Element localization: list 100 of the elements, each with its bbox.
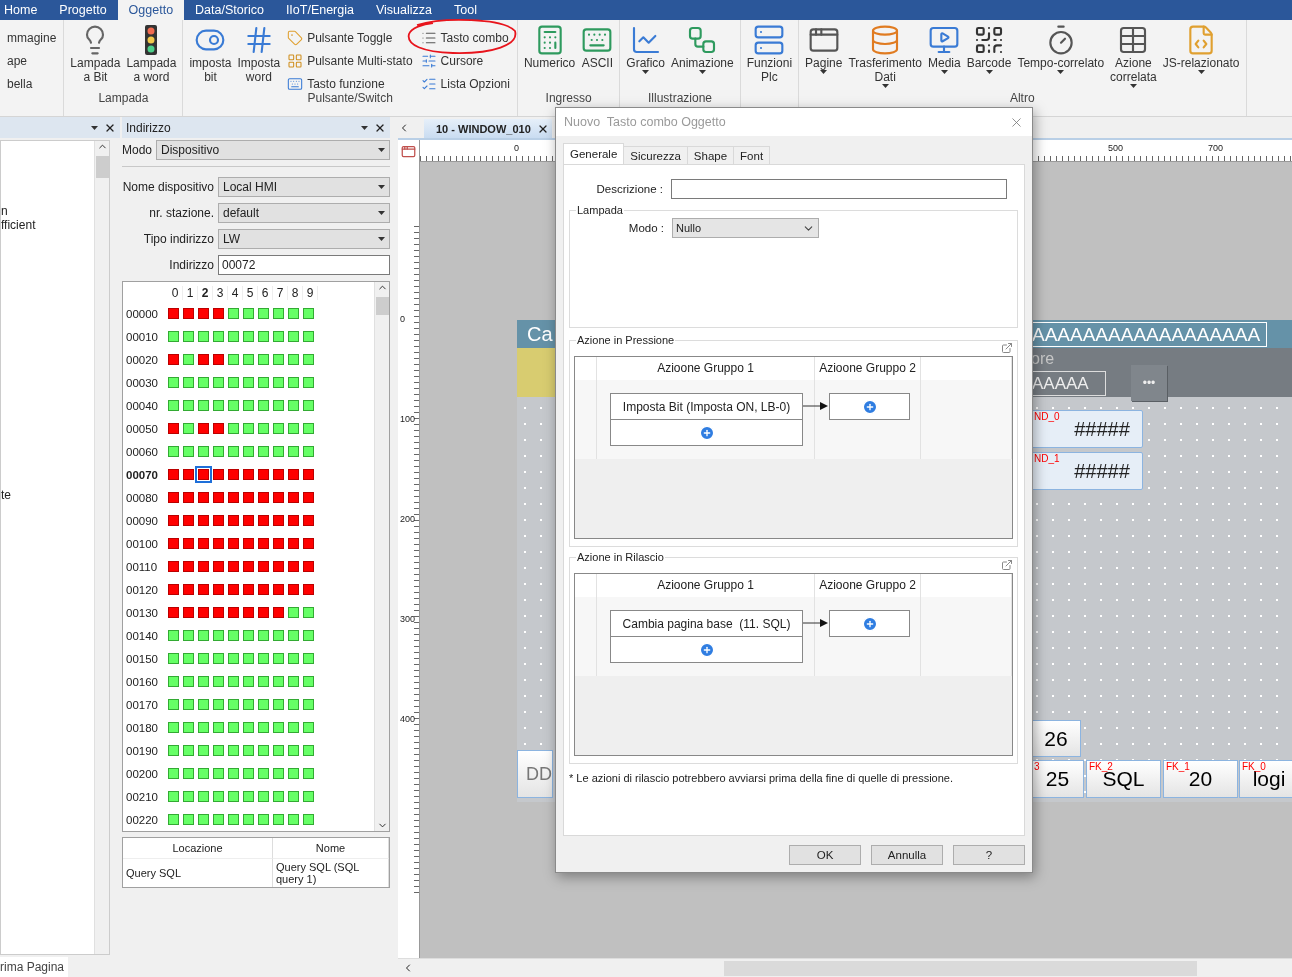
ruler-label: 500 — [1108, 143, 1124, 153]
dropdown-field[interactable]: default — [218, 203, 390, 223]
row-address: 00020 — [126, 353, 159, 366]
mode-select[interactable]: Nullo — [672, 218, 819, 238]
ribbon-button[interactable]: Tasto combo — [420, 27, 510, 48]
column-header: 9 — [303, 285, 318, 300]
ribbon-button[interactable]: Lista Opzioni — [420, 73, 510, 94]
pane-tab[interactable]: rima Pagina — [0, 957, 69, 977]
menu-tab[interactable]: Home — [0, 0, 49, 20]
ribbon-button[interactable]: Trasferimento Dati — [846, 23, 924, 89]
dialog-tab[interactable]: Font — [733, 146, 771, 164]
field-label: Nome dispositivo — [122, 180, 214, 194]
ribbon-button[interactable]: Azione correlata — [1108, 23, 1159, 89]
row-address: 00070 — [126, 468, 159, 481]
field-label: Modo : — [627, 222, 664, 234]
column-header: Locazione — [123, 838, 273, 858]
ribbon-button[interactable]: Imposta word — [235, 23, 283, 85]
ribbon-button[interactable]: Numerico — [521, 23, 578, 71]
row-address: 00160 — [126, 675, 159, 688]
column-header: 2 — [198, 285, 213, 300]
ribbon-button[interactable]: Funzioni Plc — [744, 23, 795, 85]
ribbon-button[interactable]: Pulsante Toggle — [287, 27, 413, 48]
field-label: Descrizione : — [595, 183, 663, 195]
action-item[interactable]: Cambia pagina base (11. SQL) — [610, 610, 803, 637]
display-value: ##### — [1074, 459, 1130, 483]
ribbon-button[interactable]: JS-relazionato — [1160, 23, 1242, 75]
group-title: Azione in Pressione — [576, 334, 676, 346]
ribbon-button[interactable]: ASCII — [579, 23, 616, 71]
menu-tab[interactable]: Oggetto — [117, 0, 185, 20]
group-label: Altro — [1009, 91, 1035, 105]
ribbon-button[interactable]: Lampada a Bit — [68, 23, 123, 85]
dialog-button[interactable]: ? — [953, 845, 1025, 865]
key-button[interactable]: 3 25 — [1031, 760, 1084, 798]
ribbon-button[interactable]: Animazione — [669, 23, 736, 75]
column-header: 1 — [183, 285, 198, 300]
group-label: Illustrazione — [647, 91, 712, 105]
ribbon-button[interactable]: Pulsante Multi-stato — [287, 50, 413, 71]
row-address: 00220 — [126, 813, 159, 826]
group-label: Ingresso — [545, 91, 592, 105]
key-button[interactable]: 26 — [1031, 720, 1081, 757]
ribbon-button[interactable]: Media — [926, 23, 963, 75]
dialog-title: Nuovo Tasto combo Oggetto — [564, 115, 727, 129]
column-header: 8 — [288, 285, 303, 300]
ribbon-button[interactable]: Tempo-correlato — [1015, 23, 1107, 75]
key-button[interactable]: DD — [517, 750, 553, 798]
document-tab[interactable]: 10 - WINDOW_010 — [424, 119, 552, 138]
ribbon-button[interactable]: Barcode — [964, 23, 1014, 75]
dialog-tab[interactable]: Generale — [563, 143, 625, 164]
list-item[interactable]: fficient — [1, 218, 36, 232]
ribbon-button[interactable]: mmagine — [7, 27, 57, 48]
ruler-label: 700 — [1208, 143, 1224, 153]
column-header: 4 — [228, 285, 243, 300]
ribbon-button[interactable]: imposta bit — [187, 23, 234, 85]
list-item[interactable]: n — [1, 204, 8, 218]
object-tag: FK_2 — [1089, 762, 1113, 772]
ribbon-button[interactable]: bella — [7, 73, 57, 94]
menu-tab[interactable]: Progetto — [48, 0, 118, 20]
dropdown-field[interactable]: LW — [218, 229, 390, 249]
action-item[interactable]: Imposta Bit (Imposta ON, LB-0) — [610, 393, 803, 420]
dropdown-field[interactable]: Local HMI — [218, 177, 390, 197]
dialog-button[interactable]: OK — [789, 845, 861, 865]
row-address: 00200 — [126, 767, 159, 780]
ruler-label: 400 — [400, 714, 416, 724]
field-label: Modo — [122, 143, 153, 157]
group-label: Lampada — [98, 91, 149, 105]
ruler-label: 200 — [400, 514, 416, 524]
ribbon-button[interactable]: Pagine — [803, 23, 845, 75]
key-button[interactable]: FK_2SQL — [1086, 760, 1161, 798]
ruler-label: 0 — [400, 314, 405, 324]
mode-select[interactable]: Dispositivo — [156, 140, 390, 160]
column-header: 5 — [243, 285, 258, 300]
row-address: 00210 — [126, 790, 159, 803]
menu-tab[interactable]: IIoT/Energia — [274, 0, 365, 20]
menu-tab[interactable]: Data/Storico — [184, 0, 275, 20]
row-address: 00100 — [126, 537, 159, 550]
row-address: 00120 — [126, 583, 159, 596]
row-address: 00010 — [126, 330, 159, 343]
title-field: AAAAAAAAAAAAAAAAAA — [1031, 322, 1267, 347]
key-button[interactable]: FK_0 logi — [1239, 760, 1292, 798]
ribbon-button[interactable]: Lampada a word — [124, 23, 179, 85]
row-address: 00030 — [126, 376, 159, 389]
ruler-label: 0 — [514, 143, 519, 153]
screen-title: Ca — [526, 321, 553, 347]
menu-tab[interactable]: Tool — [443, 0, 488, 20]
object-tag: ND_1 — [1034, 454, 1060, 464]
ribbon-button[interactable]: Grafico — [624, 23, 667, 75]
ribbon-button[interactable]: Tasto funzione — [287, 73, 413, 94]
object-tag: FK_0 — [1242, 762, 1266, 772]
row-address: 00110 — [126, 560, 159, 573]
dialog-button[interactable]: Annulla — [871, 845, 943, 865]
input-field[interactable]: 00072 — [218, 255, 390, 275]
row-address: 00090 — [126, 514, 159, 527]
list-item[interactable]: te — [1, 488, 11, 502]
column-header: Nome — [273, 838, 389, 858]
ribbon-button[interactable]: ape — [7, 50, 57, 71]
dialog-tab[interactable]: Shape — [686, 146, 735, 164]
ribbon-button[interactable]: Cursore — [420, 50, 510, 71]
display-value: ##### — [1074, 417, 1130, 441]
menu-tab[interactable]: Visualizza — [364, 0, 444, 20]
row-address: 00000 — [126, 307, 159, 320]
